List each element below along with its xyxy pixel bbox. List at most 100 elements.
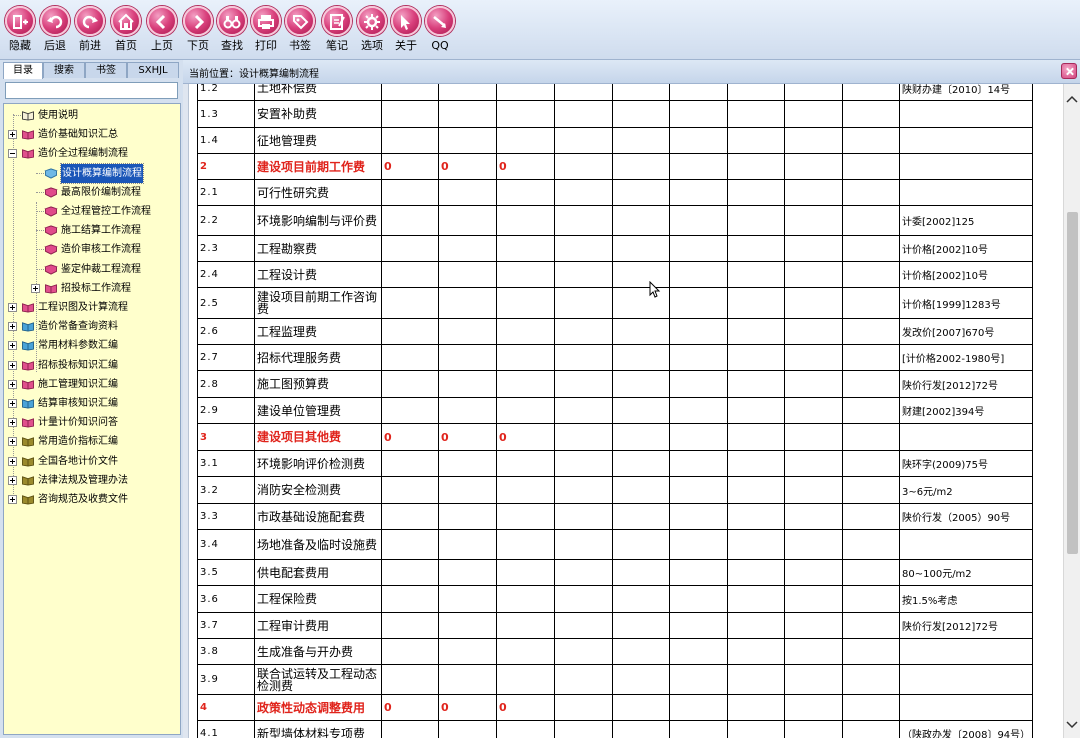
tree-node-label: 使用说明 (38, 110, 78, 121)
tab-contents[interactable]: 目录 (3, 62, 43, 79)
value-cell (438, 100, 497, 128)
hide-button[interactable]: 隐藏 (2, 6, 38, 58)
value-cell (496, 179, 555, 206)
empty-cell (784, 287, 843, 319)
value-cell (381, 720, 439, 738)
reference-cell (898, 179, 1034, 206)
empty-cell (669, 261, 728, 288)
pink-doc-icon (44, 225, 58, 236)
empty-cell (727, 638, 785, 665)
tab-search[interactable]: 搜索 (43, 62, 85, 78)
tree-node[interactable]: 常用造价指标汇编 (4, 432, 180, 451)
empty-cell (784, 261, 843, 288)
empty-cell (612, 638, 670, 665)
tree-node-label: 咨询规范及收费文件 (38, 494, 128, 505)
tree-node[interactable]: 设计概算编制流程 (4, 162, 180, 184)
mouse-cursor-icon (649, 281, 661, 298)
bookmark-tag-button[interactable]: 书签 (282, 6, 318, 58)
tree-node[interactable]: 造价基础知识汇总 (4, 125, 180, 144)
item-name: 供电配套费用 (254, 559, 382, 586)
value-cell (381, 638, 439, 665)
expand-icon[interactable] (8, 379, 17, 389)
expand-icon[interactable] (8, 360, 17, 370)
reference-cell (898, 100, 1034, 128)
next-page-button[interactable]: 下页 (180, 6, 216, 58)
expand-icon[interactable] (8, 399, 17, 408)
tree-connector (13, 115, 21, 116)
expand-icon[interactable] (8, 418, 17, 428)
toolbar-button-label: 查找 (221, 39, 243, 52)
gear-icon (357, 6, 387, 36)
close-icon[interactable] (1061, 63, 1077, 79)
empty-cell (842, 84, 900, 101)
scroll-up-icon[interactable] (1066, 94, 1078, 104)
tree-node[interactable]: 全过程管控工作流程 (4, 202, 180, 221)
tree-node[interactable]: 使用说明 (4, 106, 180, 125)
qq-button[interactable]: QQ (422, 6, 458, 58)
expand-icon[interactable] (8, 341, 17, 351)
main-toolbar: 隐藏 后退 前进 首页 上页 下页 查找 打印 书签 笔记 选项 关于 QQ (0, 0, 1080, 60)
vertical-scrollbar[interactable] (1063, 84, 1080, 738)
tree-node-label: 招投标工作流程 (61, 282, 131, 294)
reference-cell: 计价格[2002]10号 (898, 261, 1034, 288)
tree-node[interactable]: 常用材料参数汇编 (4, 336, 180, 355)
tree-node[interactable]: 施工结算工作流程 (4, 221, 180, 240)
tree-node[interactable]: 施工管理知识汇编 (4, 375, 180, 394)
empty-cell (842, 344, 900, 371)
tree-node[interactable]: 法律法规及管理办法 (4, 471, 180, 490)
empty-cell (842, 287, 900, 319)
expand-icon[interactable] (8, 130, 17, 140)
value-cell (381, 287, 439, 319)
empty-cell (842, 585, 900, 613)
expand-icon[interactable] (8, 456, 17, 466)
empty-cell (784, 720, 843, 738)
toolbar-button-label: QQ (431, 39, 449, 52)
pink-book-icon (22, 360, 34, 371)
value-cell (496, 344, 555, 371)
tree-node[interactable]: 造价全过程编制流程 (4, 144, 180, 163)
tree-node[interactable]: 招投标工作流程 (4, 279, 180, 298)
empty-cell (727, 235, 785, 262)
binoculars-button[interactable]: 查找 (214, 6, 250, 58)
item-name: 工程审计费用 (254, 612, 382, 639)
tree-node[interactable]: 计量计价知识问答 (4, 413, 180, 432)
item-number: 3.7 (197, 612, 255, 639)
scroll-down-icon[interactable] (1066, 720, 1078, 730)
value-cell (381, 397, 439, 424)
tab-sxhjl[interactable]: SXHJL (127, 62, 179, 78)
item-name: 建设项目前期工作费 (254, 153, 382, 180)
forward-button[interactable]: 前进 (72, 6, 108, 58)
printer-button[interactable]: 打印 (248, 6, 284, 58)
empty-cell (669, 127, 728, 154)
scroll-thumb[interactable] (1067, 212, 1078, 554)
tree-node[interactable]: 结算审核知识汇编 (4, 394, 180, 413)
cursor-button[interactable]: 关于 (388, 6, 424, 58)
tab-bookmarks[interactable]: 书签 (85, 62, 127, 78)
expand-icon[interactable] (8, 475, 17, 485)
back-button[interactable]: 后退 (37, 6, 73, 58)
gear-button[interactable]: 选项 (354, 6, 390, 58)
tree-node[interactable]: 招标投标知识汇编 (4, 356, 180, 375)
tree-node[interactable]: 造价审核工作流程 (4, 240, 180, 259)
home-button[interactable]: 首页 (108, 6, 144, 58)
expand-icon[interactable] (31, 283, 40, 293)
collapse-icon[interactable] (8, 149, 17, 159)
tree-node[interactable]: 全国各地计价文件 (4, 452, 180, 471)
tree-node[interactable]: 造价常备查询资料 (4, 317, 180, 336)
tree-node[interactable]: 工程识图及计算流程 (4, 298, 180, 317)
search-input[interactable] (5, 82, 178, 99)
tree-node-label: 结算审核知识汇编 (38, 398, 118, 409)
note-button[interactable]: 笔记 (319, 6, 355, 58)
expand-icon[interactable] (8, 437, 17, 447)
empty-cell (612, 235, 670, 262)
prev-page-button[interactable]: 上页 (144, 6, 180, 58)
expand-icon[interactable] (8, 322, 17, 332)
expand-icon[interactable] (8, 495, 17, 504)
empty-cell (784, 612, 843, 639)
tree-node[interactable]: 鉴定仲裁工程流程 (4, 260, 180, 279)
tree-node[interactable]: 最高限价编制流程 (4, 183, 180, 202)
tree-node-label: 工程识图及计算流程 (38, 302, 128, 313)
blue-doc-icon (44, 168, 58, 179)
expand-icon[interactable] (8, 303, 17, 312)
tree-node[interactable]: 咨询规范及收费文件 (4, 490, 180, 509)
